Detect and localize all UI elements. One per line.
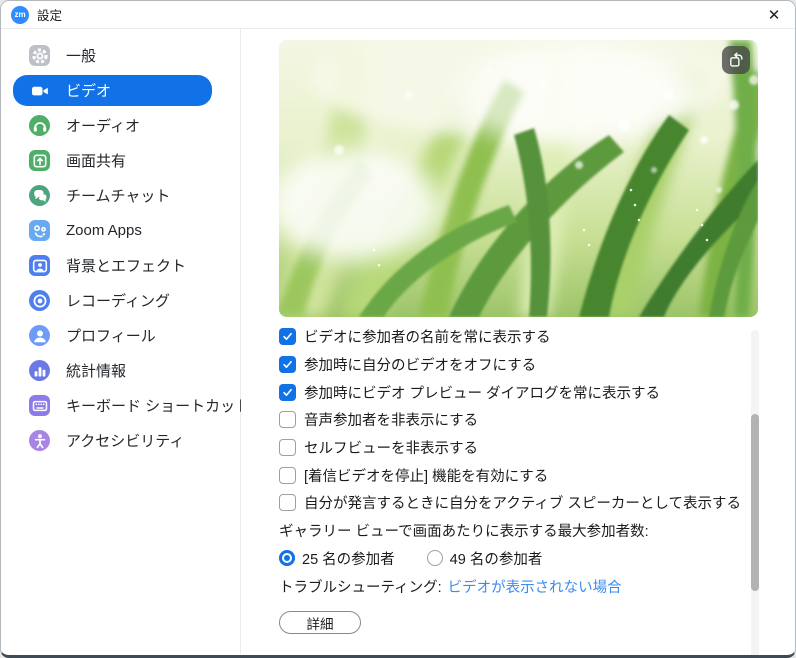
person-icon [29,325,50,346]
sidebar-item-label: アクセシビリティ [66,430,184,451]
sidebar-item-label: レコーディング [66,290,170,311]
option-row-5: [着信ビデオを停止] 機能を有効にする [279,461,759,489]
sidebar-item-label: チームチャット [66,185,170,206]
video-settings-panel: ビデオに参加者の名前を常に表示する参加時に自分のビデオをオフにする参加時にビデオ… [241,29,795,654]
sidebar-item-general[interactable]: 一般 [13,40,212,71]
camera-preview [279,40,758,317]
advanced-button[interactable]: 詳細 [279,611,361,634]
sidebar-item-label: 背景とエフェクト [66,255,186,276]
gear-icon [29,45,50,66]
sidebar-item-label: 一般 [66,45,96,66]
radio-unselected[interactable] [427,550,443,566]
sidebar-item-statistics[interactable]: 統計情報 [13,355,212,386]
checkbox-checked[interactable] [279,328,296,345]
zoom-logo-icon: zm [11,6,29,24]
option-row-1: 参加時に自分のビデオをオフにする [279,351,759,379]
record-ring-icon [29,290,50,311]
video-options: ビデオに参加者の名前を常に表示する参加時に自分のビデオをオフにする参加時にビデオ… [279,323,759,600]
grass-preview-image [279,40,758,317]
scrollbar-track[interactable] [751,330,759,658]
keyboard-icon [29,395,50,416]
checkbox-unchecked[interactable] [279,494,296,511]
settings-window: zm 設定 ✕ 一般ビデオオーディオ画面共有チームチャット Zoom Apps 背景… [0,0,796,658]
titlebar: zm 設定 ✕ [1,1,795,29]
option-row-2: 参加時にビデオ プレビュー ダイアログを常に表示する [279,378,759,406]
checkbox-checked[interactable] [279,356,296,373]
sidebar-item-video[interactable]: ビデオ [13,75,212,106]
window-title: 設定 [37,5,62,24]
window-body: 一般ビデオオーディオ画面共有チームチャット Zoom Apps 背景とエフェクトレコ… [1,29,795,654]
headset-icon [29,115,50,136]
option-row-0: ビデオに参加者の名前を常に表示する [279,323,759,351]
chat-bubbles-icon [29,185,50,206]
gallery-radio-row: 25 名の参加者 49 名の参加者 [279,545,759,573]
radio-selected[interactable] [279,550,295,566]
sidebar-item-label: 画面共有 [66,150,126,171]
checkbox-checked[interactable] [279,384,296,401]
sidebar-item-zoom-apps[interactable]: Zoom Apps [13,215,212,246]
sidebar-item-label: 統計情報 [66,360,126,381]
options-list: ビデオに参加者の名前を常に表示する参加時に自分のビデオをオフにする参加時にビデオ… [279,323,759,517]
option-row-4: セルフビューを非表示する [279,434,759,462]
sidebar-item-accessibility[interactable]: アクセシビリティ [13,425,212,456]
troubleshooting-link[interactable]: ビデオが表示されない場合 [448,576,622,597]
option-label: ビデオに参加者の名前を常に表示する [304,326,551,347]
gallery-option-1[interactable]: 49 名の参加者 [427,548,543,569]
troubleshooting-label: トラブルシューティング: [279,576,442,597]
sidebar-item-label: ビデオ [66,80,111,101]
sidebar-item-recording[interactable]: レコーディング [13,285,212,316]
scrollbar-thumb[interactable] [751,414,759,591]
apps-icon [29,220,50,241]
checkbox-unchecked[interactable] [279,467,296,484]
option-label: 参加時に自分のビデオをオフにする [304,354,536,375]
checkbox-unchecked[interactable] [279,411,296,428]
sidebar-item-screen-share[interactable]: 画面共有 [13,145,212,176]
close-icon: ✕ [768,6,781,24]
sidebar-item-keyboard-shortcuts[interactable]: キーボード ショートカット [13,390,212,421]
gallery-option-0[interactable]: 25 名の参加者 [279,548,395,569]
option-label: 参加時にビデオ プレビュー ダイアログを常に表示する [304,382,660,403]
sidebar-item-label: オーディオ [66,115,140,136]
close-button[interactable]: ✕ [761,4,787,26]
option-label: [着信ビデオを停止] 機能を有効にする [304,465,548,486]
option-label: 自分が発言するときに自分をアクティブ スピーカーとして表示する [304,492,741,513]
sidebar-item-background-effects[interactable]: 背景とエフェクト [13,250,212,281]
troubleshooting-row: トラブルシューティング: ビデオが表示されない場合 [279,572,759,600]
rotate-preview-button[interactable] [722,46,750,74]
rotate-icon [727,51,745,69]
sidebar: 一般ビデオオーディオ画面共有チームチャット Zoom Apps 背景とエフェクトレコ… [1,29,241,654]
accessibility-icon [29,430,50,451]
option-row-3: 音声参加者を非表示にする [279,406,759,434]
background-person-icon [29,255,50,276]
option-label: セルフビューを非表示する [304,437,478,458]
gallery-max-label: ギャラリー ビューで画面あたりに表示する最大参加者数: [279,517,759,545]
sidebar-item-label: プロフィール [66,325,156,346]
video-camera-icon [29,80,50,101]
checkbox-unchecked[interactable] [279,439,296,456]
sidebar-item-team-chat[interactable]: チームチャット [13,180,212,211]
sidebar-item-audio[interactable]: オーディオ [13,110,212,141]
bar-chart-icon [29,360,50,381]
sidebar-item-label: Zoom Apps [66,222,142,239]
radio-label: 49 名の参加者 [450,548,543,569]
option-row-6: 自分が発言するときに自分をアクティブ スピーカーとして表示する [279,489,759,517]
option-label: 音声参加者を非表示にする [304,409,478,430]
radio-label: 25 名の参加者 [302,548,395,569]
screen-share-icon [29,150,50,171]
sidebar-item-label: キーボード ショートカット [66,395,250,416]
sidebar-item-profile[interactable]: プロフィール [13,320,212,351]
